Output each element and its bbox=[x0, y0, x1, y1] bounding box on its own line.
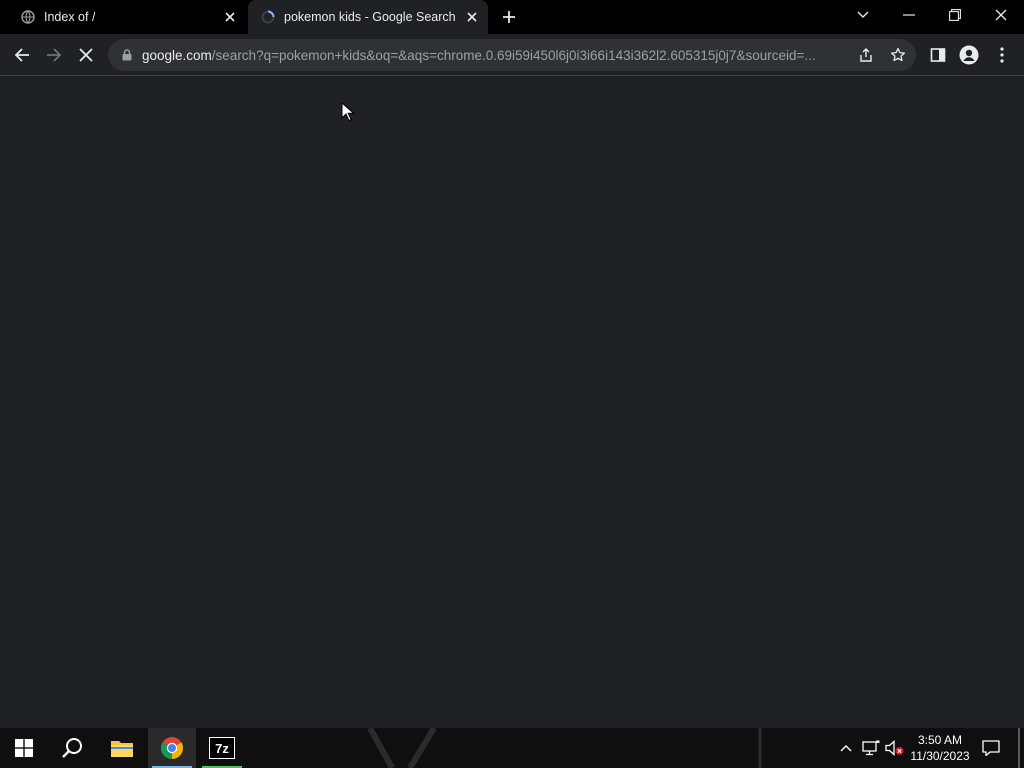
7zip-label: 7z bbox=[215, 741, 229, 756]
address-url[interactable]: google.com/search?q=pokemon+kids&oq=&aqs… bbox=[142, 48, 842, 63]
chrome-taskbar-button[interactable] bbox=[148, 728, 196, 768]
show-hidden-icons-button[interactable] bbox=[836, 728, 856, 768]
tab-title: Index of / bbox=[44, 10, 96, 24]
close-tab-icon[interactable] bbox=[222, 9, 238, 25]
loading-spinner-icon bbox=[260, 9, 276, 25]
forward-button[interactable] bbox=[40, 41, 68, 69]
tab-strip: Index of / pokemon kids - Google Search bbox=[0, 0, 1024, 34]
tab-pokemon-kids[interactable]: pokemon kids - Google Search bbox=[248, 0, 488, 34]
mouse-cursor-icon bbox=[341, 102, 355, 122]
desktop-wallpaper-glimpse bbox=[360, 726, 440, 768]
clock-date: 11/30/2023 bbox=[910, 749, 970, 763]
more-menu-icon[interactable] bbox=[988, 41, 1016, 69]
tab-index-of[interactable]: Index of / bbox=[12, 0, 246, 34]
globe-icon bbox=[20, 9, 36, 25]
7zip-taskbar-button[interactable]: 7z bbox=[198, 728, 246, 768]
address-bar[interactable]: google.com/search?q=pokemon+kids&oq=&aqs… bbox=[108, 39, 916, 71]
share-icon[interactable] bbox=[858, 47, 874, 63]
browser-toolbar: google.com/search?q=pokemon+kids&oq=&aqs… bbox=[0, 34, 1024, 76]
clock-time: 3:50 AM bbox=[917, 733, 963, 747]
desktop-wallpaper-glimpse bbox=[756, 728, 764, 768]
file-explorer-button[interactable] bbox=[98, 728, 146, 768]
volume-muted-icon[interactable] bbox=[884, 728, 906, 768]
bookmark-star-icon[interactable] bbox=[890, 47, 906, 63]
lock-icon[interactable] bbox=[120, 48, 134, 62]
show-desktop-button[interactable] bbox=[1018, 728, 1020, 768]
taskbar-clock[interactable]: 3:50 AM 11/30/2023 bbox=[904, 732, 976, 764]
close-tab-icon[interactable] bbox=[464, 9, 480, 25]
network-icon[interactable] bbox=[860, 728, 882, 768]
taskbar-search-button[interactable] bbox=[48, 728, 96, 768]
profile-avatar-icon[interactable] bbox=[955, 41, 983, 69]
start-button[interactable] bbox=[0, 728, 48, 768]
stop-loading-button[interactable] bbox=[72, 41, 100, 69]
page-content bbox=[0, 77, 1024, 727]
notification-center-icon[interactable] bbox=[980, 728, 1002, 768]
back-button[interactable] bbox=[8, 41, 36, 69]
url-host: google.com bbox=[142, 47, 212, 63]
new-tab-button[interactable] bbox=[498, 6, 520, 28]
windows-taskbar: 7z 3:50 AM 11/30/2023 bbox=[0, 726, 1024, 768]
tab-title: pokemon kids - Google Search bbox=[284, 10, 456, 24]
url-path: /search?q=pokemon+kids&oq=&aqs=chrome.0.… bbox=[211, 47, 816, 63]
minimize-button[interactable] bbox=[886, 0, 932, 30]
close-window-button[interactable] bbox=[978, 0, 1024, 30]
restore-button[interactable] bbox=[932, 0, 978, 30]
side-panel-icon[interactable] bbox=[924, 41, 952, 69]
tab-search-button[interactable] bbox=[840, 0, 886, 30]
